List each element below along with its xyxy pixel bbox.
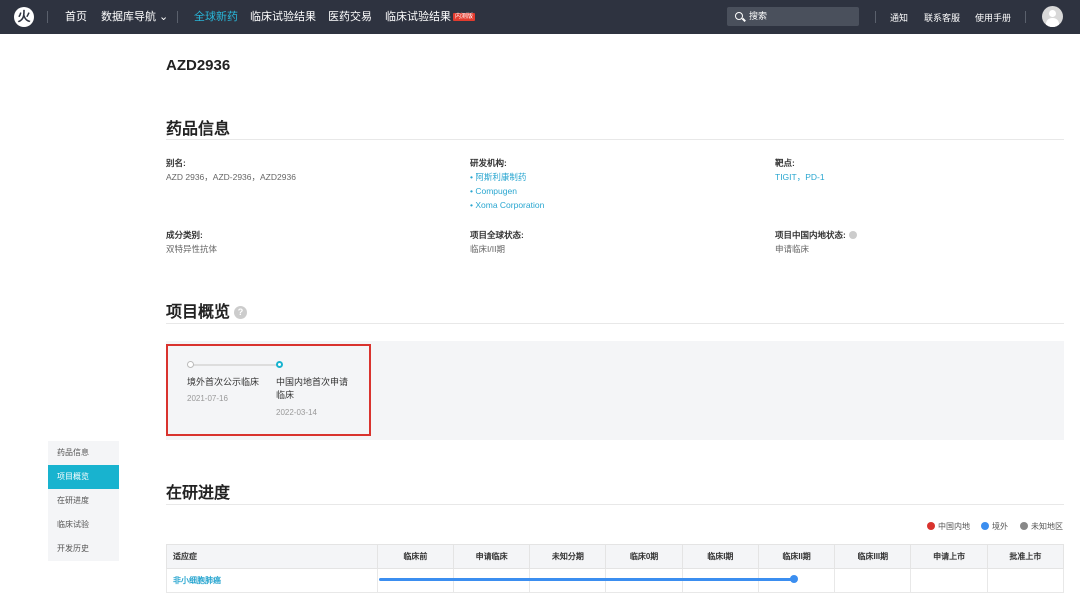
milestone-dot	[187, 361, 194, 368]
sidenav-item-overview[interactable]: 项目概览	[48, 465, 119, 489]
china-status-label-wrap: 项目中国内地状态:	[775, 228, 857, 242]
overseas-globe-icon[interactable]	[790, 575, 798, 583]
target-label: 靶点:	[775, 158, 795, 168]
global-status-field: 项目全球状态: 临床I/II期	[470, 228, 524, 256]
column-header: 临床0期	[605, 544, 683, 569]
nav-pharma-deals[interactable]: 医药交易	[328, 10, 372, 24]
alias-field: 别名: AZD 2936，AZD-2936，AZD2936	[166, 156, 296, 184]
divider	[166, 323, 1064, 324]
column-header: 申请临床	[452, 544, 531, 569]
sidenav-item-history[interactable]: 开发历史	[48, 537, 119, 561]
type-label: 成分类别:	[166, 230, 203, 240]
org-field: 研发机构: • 阿斯利康制药 • Compugen • Xoma Corpora…	[470, 156, 544, 212]
overseas-globe-icon	[981, 522, 989, 530]
legend-label: 中国内地	[938, 522, 970, 531]
target-value[interactable]: TIGIT，PD-1	[775, 170, 825, 184]
drug-title: AZD2936	[166, 57, 231, 74]
timeline-connector	[191, 364, 277, 366]
section-heading-progress: 在研进度	[166, 485, 231, 502]
nav-clinical-results-beta[interactable]: 临床试验结果 内测版	[385, 10, 476, 24]
support-link[interactable]: 联系客服	[924, 11, 960, 24]
table-header-row: 适应症 临床前 申请临床 未知分期 临床0期 临床I期 临床II期 临床III期…	[166, 544, 1065, 569]
help-icon[interactable]	[848, 231, 857, 239]
section-sidenav: 药品信息 项目概览 在研进度 临床试验 开发历史	[48, 441, 119, 561]
manual-link[interactable]: 使用手册	[975, 11, 1011, 24]
column-header: 临床I期	[681, 544, 759, 569]
sidenav-item-progress[interactable]: 在研进度	[48, 489, 119, 513]
org-link-astrazeneca[interactable]: • 阿斯利康制药	[470, 170, 544, 184]
search-input[interactable]: 搜索	[727, 7, 859, 26]
divider	[166, 139, 1064, 140]
type-field: 成分类别: 双特异性抗体	[166, 228, 217, 256]
divider	[1025, 11, 1026, 23]
china-status-field: 项目中国内地状态: 申请临床	[775, 228, 857, 256]
section-heading-drug-info: 药品信息	[166, 121, 231, 138]
legend-overseas: 境外	[981, 521, 1008, 532]
alias-value: AZD 2936，AZD-2936，AZD2936	[166, 172, 296, 182]
sidenav-item-drug-info[interactable]: 药品信息	[48, 441, 119, 465]
column-header: 临床III期	[834, 544, 912, 569]
nav-database[interactable]: 数据库导航 ⌄	[101, 10, 168, 24]
indication-link[interactable]: 非小细胞肺癌	[166, 568, 378, 593]
logo-icon[interactable]: 火	[14, 7, 34, 27]
divider	[177, 11, 178, 23]
table-cell	[910, 568, 988, 593]
beta-badge: 内测版	[453, 13, 476, 21]
nav-home[interactable]: 首页	[65, 10, 87, 24]
progress-bar	[379, 578, 794, 581]
user-avatar[interactable]	[1042, 6, 1063, 27]
org-link-xoma[interactable]: • Xoma Corporation	[470, 198, 544, 212]
divider	[166, 504, 1064, 505]
china-status-value: 申请临床	[775, 244, 810, 254]
china-status-label: 项目中国内地状态:	[775, 230, 846, 240]
highlight-box	[166, 344, 371, 436]
china-globe-icon	[927, 522, 935, 530]
column-header: 申请上市	[910, 544, 988, 569]
overview-heading-text: 项目概览	[166, 304, 231, 321]
search-placeholder: 搜索	[749, 11, 768, 21]
milestone-label: 境外首次公示临床	[187, 377, 260, 387]
legend-label: 境外	[992, 522, 1008, 531]
legend-china: 中国内地	[927, 521, 970, 532]
table-cell	[986, 568, 1065, 593]
top-navbar: 火 首页 数据库导航 ⌄ 全球新药 临床试验结果 医药交易 临床试验结果 内测版 …	[0, 0, 1080, 34]
type-value: 双特异性抗体	[166, 244, 218, 254]
column-header: 临床前	[376, 544, 454, 569]
section-heading-overview: 项目概览?	[166, 298, 248, 322]
alias-label: 别名:	[166, 158, 186, 168]
milestone-label-line2: 临床	[276, 390, 295, 400]
milestone-date: 2022-03-14	[276, 408, 317, 417]
milestone-date: 2021-07-16	[187, 394, 228, 403]
divider	[875, 11, 876, 23]
notifications-link[interactable]: 通知	[890, 11, 908, 24]
column-header: 适应症	[166, 544, 378, 569]
column-header: 未知分期	[529, 544, 607, 569]
help-icon[interactable]: ?	[234, 306, 248, 319]
sidenav-item-clinical-trials[interactable]: 临床试验	[48, 513, 119, 537]
column-header: 批准上市	[986, 544, 1065, 569]
target-field: 靶点: TIGIT，PD-1	[775, 156, 825, 184]
progress-table: 适应症 临床前 申请临床 未知分期 临床0期 临床I期 临床II期 临床III期…	[166, 544, 1065, 593]
nav-global-new-drugs[interactable]: 全球新药	[194, 10, 238, 24]
column-header: 临床II期	[757, 544, 836, 569]
global-status-label: 项目全球状态:	[470, 230, 524, 240]
nav-clinical-results[interactable]: 临床试验结果	[250, 10, 316, 24]
milestone-dot-current	[276, 361, 283, 368]
unknown-globe-icon	[1020, 522, 1028, 530]
legend-unknown: 未知地区	[1020, 521, 1063, 532]
org-label: 研发机构:	[470, 158, 507, 168]
divider	[47, 11, 48, 23]
nav-label: 临床试验结果	[385, 11, 451, 23]
global-status-value: 临床I/II期	[470, 244, 505, 254]
table-cell	[834, 568, 912, 593]
legend-label: 未知地区	[1031, 522, 1063, 531]
milestone-label: 中国内地首次申请	[276, 377, 349, 387]
org-link-compugen[interactable]: • Compugen	[470, 184, 544, 198]
search-icon	[735, 12, 743, 20]
